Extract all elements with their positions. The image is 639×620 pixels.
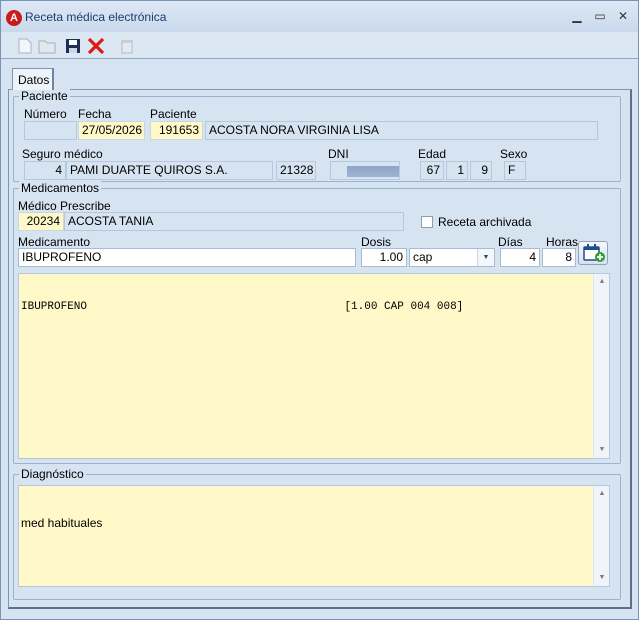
medicamentos-scrollbar[interactable]: ▲ ▼: [593, 274, 609, 458]
edad-label: Edad: [418, 147, 447, 161]
medicamentos-group-title: Medicamentos: [19, 181, 102, 195]
dosis-label: Dosis: [361, 235, 392, 249]
toolbar: [1, 32, 638, 59]
dias-label: Días: [498, 235, 523, 249]
fecha-field[interactable]: 27/05/2026: [78, 121, 145, 140]
medico-nombre-field[interactable]: ACOSTA TANIA: [64, 212, 404, 231]
dias-input[interactable]: 4: [500, 248, 540, 267]
chevron-down-icon[interactable]: ▼: [477, 249, 494, 266]
window-title: Receta médica electrónica: [25, 10, 167, 24]
delete-x-icon[interactable]: [86, 36, 106, 56]
medicamento-input[interactable]: IBUPROFENO: [18, 248, 356, 267]
seguro-codigo-field[interactable]: 21328: [276, 161, 316, 180]
tab-panel-datos: Paciente Número Fecha Paciente 27/05/202…: [8, 89, 632, 609]
unidad-select-value: cap: [413, 250, 433, 264]
seguro-nombre-field[interactable]: PAMI DUARTE QUIROS S.A.: [66, 161, 273, 180]
app-logo-icon: A: [6, 10, 22, 26]
main-window: A Receta médica electrónica ▁ ▭ ✕ Datos …: [0, 0, 639, 620]
medicamentos-group: Medicamentos Médico Prescribe 20234 ACOS…: [13, 181, 621, 464]
diagnostico-group-title: Diagnóstico: [19, 467, 86, 481]
dni-label: DNI: [328, 147, 349, 161]
diagnostico-textarea[interactable]: med habituales ▲ ▼: [18, 485, 610, 587]
new-document-icon[interactable]: [15, 36, 35, 56]
numero-label: Número: [24, 107, 67, 121]
paciente-id-field[interactable]: 191653: [150, 121, 203, 140]
client-area: Datos Paciente Número Fecha Paciente 27/…: [4, 61, 635, 617]
calendar-add-button[interactable]: [578, 241, 608, 265]
edad-dias-field[interactable]: 9: [470, 161, 492, 180]
seguro-label: Seguro médico: [22, 147, 103, 161]
calendar-add-icon: [583, 244, 605, 262]
dni-field[interactable]: [330, 161, 400, 180]
maximize-icon[interactable]: ▭: [590, 7, 610, 25]
horas-label: Horas: [546, 235, 579, 249]
horas-input[interactable]: 8: [542, 248, 576, 267]
medicamentos-list[interactable]: IBUPROFENO [1.00 CAP 004 008] ▲ ▼: [18, 273, 610, 459]
numero-field[interactable]: [24, 121, 77, 140]
paciente-label: Paciente: [150, 107, 197, 121]
unidad-select[interactable]: cap ▼: [409, 248, 495, 267]
edad-anios-field[interactable]: 67: [420, 161, 444, 180]
seguro-num-field[interactable]: 4: [24, 161, 66, 180]
sexo-field[interactable]: F: [504, 161, 526, 180]
scroll-up-icon[interactable]: ▲: [594, 486, 609, 502]
dosis-input[interactable]: 1.00: [361, 248, 407, 267]
sexo-label: Sexo: [500, 147, 528, 161]
save-icon[interactable]: [63, 36, 83, 56]
close-icon[interactable]: ✕: [613, 7, 633, 25]
paciente-group-title: Paciente: [19, 89, 70, 103]
medicamentos-list-text: IBUPROFENO [1.00 CAP 004 008]: [21, 301, 464, 313]
receta-archivada-label: Receta archivada: [438, 215, 532, 229]
medico-label: Médico Prescribe: [18, 199, 111, 213]
scroll-down-icon[interactable]: ▼: [594, 570, 609, 586]
receta-archivada-checkbox[interactable]: [421, 216, 433, 228]
paciente-nombre-field[interactable]: ACOSTA NORA VIRGINIA LISA: [205, 121, 598, 140]
dni-redacted-value: [347, 166, 399, 177]
medico-id-field[interactable]: 20234: [18, 212, 64, 231]
diagnostico-scrollbar[interactable]: ▲ ▼: [593, 486, 609, 586]
minimize-icon[interactable]: ▁: [567, 7, 587, 25]
medicamento-label: Medicamento: [18, 235, 91, 249]
scroll-down-icon[interactable]: ▼: [594, 442, 609, 458]
diagnostico-group: Diagnóstico med habituales ▲ ▼: [13, 467, 621, 600]
trash-icon[interactable]: [117, 36, 137, 56]
fecha-label: Fecha: [78, 107, 112, 121]
open-folder-icon[interactable]: [37, 36, 57, 56]
tab-datos[interactable]: Datos: [12, 68, 54, 90]
scroll-up-icon[interactable]: ▲: [594, 274, 609, 290]
title-bar[interactable]: A Receta médica electrónica ▁ ▭ ✕: [1, 1, 638, 32]
diagnostico-text: med habituales: [21, 516, 103, 530]
edad-meses-field[interactable]: 1: [446, 161, 468, 180]
paciente-group: Paciente Número Fecha Paciente 27/05/202…: [13, 89, 621, 182]
